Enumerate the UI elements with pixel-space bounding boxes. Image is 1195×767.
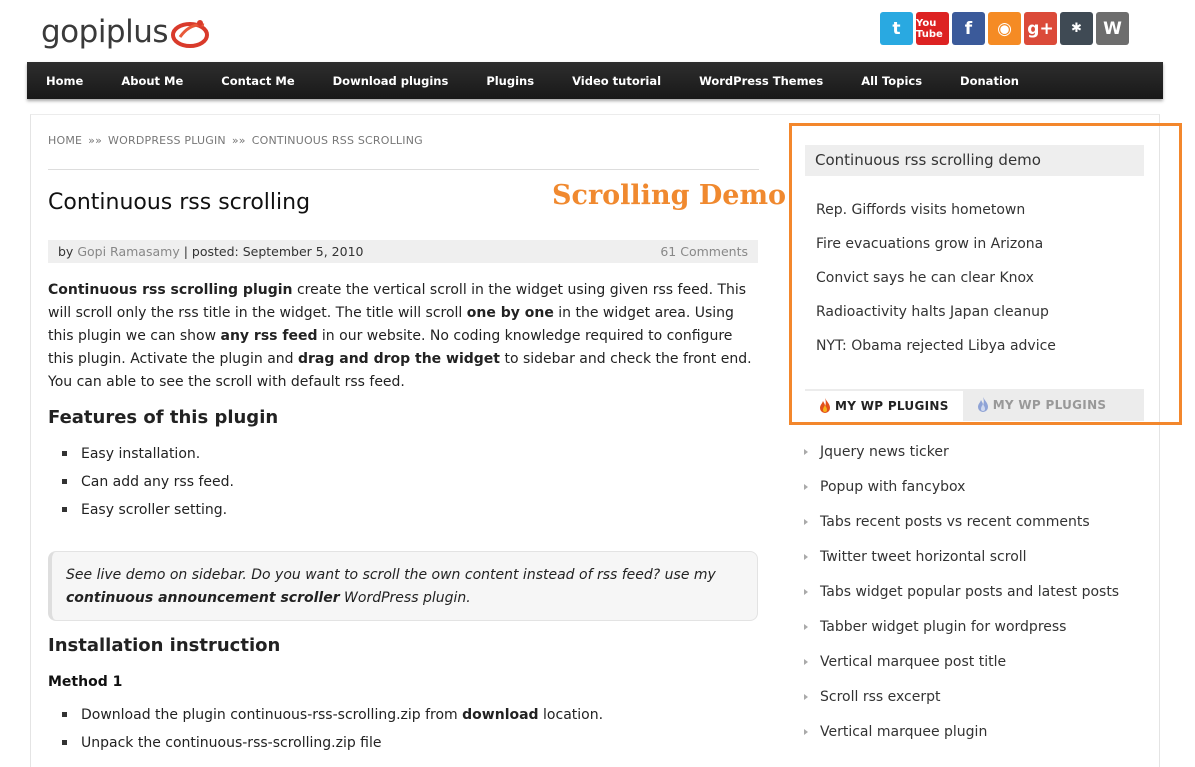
joomla-icon[interactable]: ✱ <box>1060 12 1093 45</box>
step-text: Unpack the continuous-rss-scrolling.zip … <box>81 735 382 751</box>
nav-all-topics[interactable]: All Topics <box>861 74 922 88</box>
method-steps: Download the plugin continuous-rss-scrol… <box>48 705 603 761</box>
intro-bold-2: one by one <box>466 305 554 321</box>
breadcrumb-separator: »» <box>231 134 246 147</box>
nav-contact-me[interactable]: Contact Me <box>221 74 294 88</box>
tab-label: MY WP PLUGINS <box>992 398 1107 412</box>
author-link[interactable]: Gopi Ramasamy <box>77 244 179 259</box>
list-item: Can add any rss feed. <box>48 472 234 500</box>
rss-item[interactable]: Radioactivity halts Japan cleanup <box>816 302 1056 336</box>
breadcrumb: HOME »» WORDPRESS PLUGIN »» CONTINUOUS RSS S… <box>48 134 423 147</box>
breadcrumb-separator: »» <box>88 134 103 147</box>
nav-home[interactable]: Home <box>46 74 83 88</box>
method-heading: Method 1 <box>48 674 123 690</box>
breadcrumb-home[interactable]: HOME <box>48 134 82 147</box>
nav-download-plugins[interactable]: Download plugins <box>333 74 449 88</box>
plugin-link[interactable]: Tabs recent posts vs recent comments <box>804 512 1119 547</box>
tab-label: MY WP PLUGINS <box>835 399 949 413</box>
flame-icon <box>977 397 988 412</box>
youtube-icon[interactable]: You Tube <box>916 12 949 45</box>
social-icons: t You Tube f ◉ g+ ✱ W <box>880 12 1129 45</box>
quote-text-1: See live demo on sidebar. Do you want to… <box>66 567 716 583</box>
nav-plugins[interactable]: Plugins <box>486 74 534 88</box>
plugin-link[interactable]: Vertical marquee plugin <box>804 722 1119 757</box>
plugin-tabs: MY WP PLUGINS MY WP PLUGINS <box>805 389 1144 421</box>
features-list: Easy installation. Can add any rss feed.… <box>48 444 234 528</box>
plugin-link[interactable]: Twitter tweet horizontal scroll <box>804 547 1119 582</box>
meta-by: by <box>58 244 74 259</box>
list-item: Download the plugin continuous-rss-scrol… <box>48 705 603 733</box>
install-heading: Installation instruction <box>48 635 281 656</box>
list-item: Unpack the continuous-rss-scrolling.zip … <box>48 733 603 761</box>
tab-my-wp-plugins-active[interactable]: MY WP PLUGINS <box>805 389 963 421</box>
download-link[interactable]: download <box>462 707 538 723</box>
rss-scroll-list: Rep. Giffords visits hometown Fire evacu… <box>816 200 1056 370</box>
step-text: location. <box>538 707 604 723</box>
intro-bold-4: drag and drop the widget <box>297 351 500 367</box>
quote-bold-link[interactable]: continuous announcement scroller <box>66 590 340 606</box>
flame-icon <box>820 398 830 413</box>
plugin-link[interactable]: Tabs widget popular posts and latest pos… <box>804 582 1119 617</box>
comments-link[interactable]: 61 Comments <box>660 244 748 259</box>
rss-icon[interactable]: ◉ <box>988 12 1021 45</box>
plugin-link[interactable]: Scroll rss excerpt <box>804 687 1119 722</box>
plugin-links: Jquery news ticker Popup with fancybox T… <box>804 442 1119 757</box>
widget-title: Continuous rss scrolling demo <box>805 145 1144 176</box>
nav-video-tutorial[interactable]: Video tutorial <box>572 74 661 88</box>
wordpress-icon[interactable]: W <box>1096 12 1129 45</box>
scrolling-demo-label: Scrolling Demo <box>552 180 787 211</box>
breadcrumb-divider <box>48 169 759 170</box>
rss-item[interactable]: NYT: Obama rejected Libya advice <box>816 336 1056 370</box>
rss-item[interactable]: Fire evacuations grow in Arizona <box>816 234 1056 268</box>
step-text: Download the plugin continuous-rss-scrol… <box>81 707 463 723</box>
meta-posted: | posted: September 5, 2010 <box>183 244 364 259</box>
plugin-link[interactable]: Jquery news ticker <box>804 442 1119 477</box>
list-item: Easy scroller setting. <box>48 500 234 528</box>
logo-text: gopiplus <box>41 14 169 50</box>
demo-quote: See live demo on sidebar. Do you want to… <box>48 551 758 621</box>
breadcrumb-current: CONTINUOUS RSS SCROLLING <box>251 134 423 147</box>
logo-swirl-icon <box>171 20 210 48</box>
quote-text-2: WordPress plugin. <box>339 590 471 606</box>
plugin-link[interactable]: Tabber widget plugin for wordpress <box>804 617 1119 652</box>
site-logo[interactable]: gopiplus <box>41 12 210 52</box>
intro-bold-3: any rss feed <box>220 328 318 344</box>
twitter-icon[interactable]: t <box>880 12 913 45</box>
nav-about-me[interactable]: About Me <box>121 74 183 88</box>
post-title: Continuous rss scrolling <box>48 190 311 215</box>
nav-donation[interactable]: Donation <box>960 74 1019 88</box>
google-plus-icon[interactable]: g+ <box>1024 12 1057 45</box>
intro-bold-1: Continuous rss scrolling plugin <box>48 282 293 298</box>
list-item: Easy installation. <box>48 444 234 472</box>
facebook-icon[interactable]: f <box>952 12 985 45</box>
breadcrumb-section[interactable]: WORDPRESS PLUGIN <box>108 134 226 147</box>
plugin-link[interactable]: Vertical marquee post title <box>804 652 1119 687</box>
post-meta: by Gopi Ramasamy | posted: September 5, … <box>48 240 758 263</box>
nav-wordpress-themes[interactable]: WordPress Themes <box>699 74 823 88</box>
post-intro: Continuous rss scrolling plugin create t… <box>48 279 760 394</box>
features-heading: Features of this plugin <box>48 407 279 428</box>
plugin-link[interactable]: Popup with fancybox <box>804 477 1119 512</box>
rss-item[interactable]: Rep. Giffords visits hometown <box>816 200 1056 234</box>
tab-my-wp-plugins-inactive[interactable]: MY WP PLUGINS <box>963 389 1121 421</box>
main-nav: Home About Me Contact Me Download plugin… <box>27 62 1163 99</box>
rss-item[interactable]: Convict says he can clear Knox <box>816 268 1056 302</box>
